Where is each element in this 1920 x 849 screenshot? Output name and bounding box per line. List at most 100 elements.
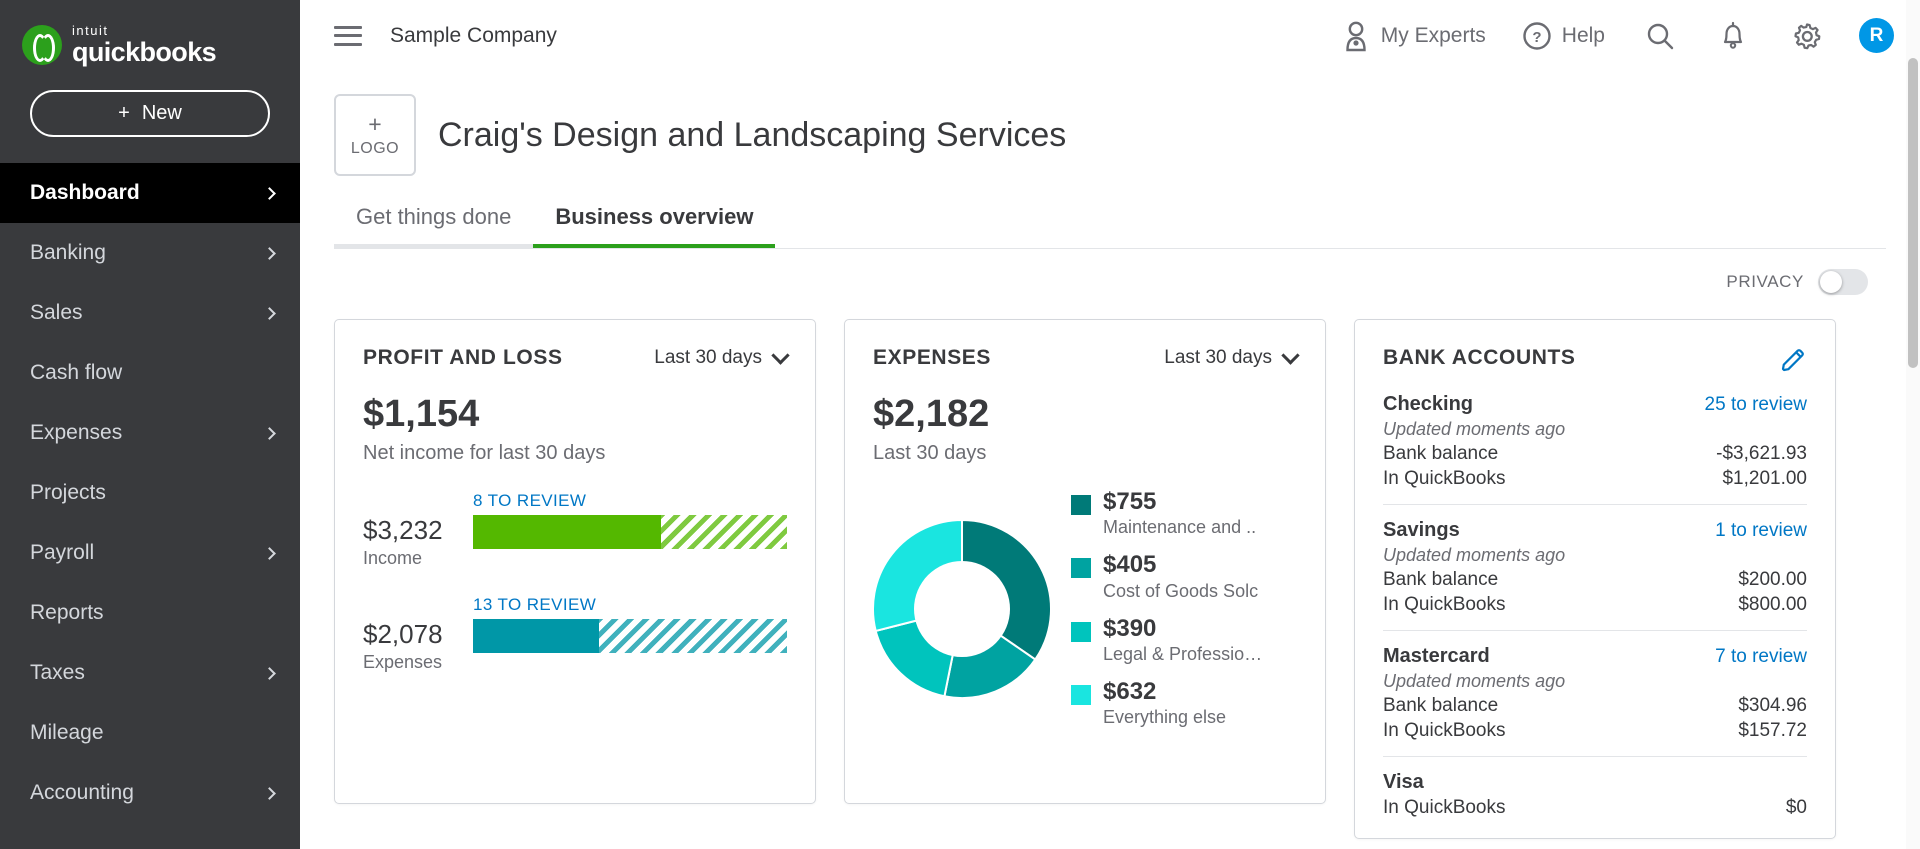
legend-item[interactable]: $632 Everything else (1071, 678, 1262, 728)
legend-swatch (1071, 494, 1091, 515)
legend-swatch (1071, 558, 1091, 579)
settings-button[interactable] (1769, 20, 1845, 52)
pl-bar-income: 8 TO REVIEW $3,232 Income (363, 491, 787, 569)
chevron-right-icon (263, 186, 276, 200)
brand-logo[interactable]: intuit quickbooks (0, 0, 300, 72)
sidebar-item-taxes[interactable]: Taxes (0, 643, 300, 703)
sidebar-item-dashboard[interactable]: Dashboard (0, 163, 300, 223)
chevron-right-icon (263, 246, 276, 260)
expenses-title: EXPENSES (873, 346, 992, 369)
help-button[interactable]: ? Help (1504, 21, 1623, 51)
bank-balance-label: Bank balance (1383, 443, 1499, 464)
bank-account-updated: Updated moments ago (1383, 419, 1566, 439)
sidebar-item-payroll[interactable]: Payroll (0, 523, 300, 583)
bank-balance-row: Bank balance $304.96 (1383, 695, 1807, 717)
legend-item[interactable]: $405 Cost of Goods Solc (1071, 551, 1262, 601)
bank-account-review-link[interactable]: 7 to review (1715, 646, 1807, 668)
profit-and-loss-card: PROFIT AND LOSS Last 30 days $1,154 Net … (334, 319, 816, 804)
search-icon (1647, 23, 1674, 49)
bank-account-review-link[interactable]: 1 to review (1715, 520, 1807, 542)
new-button-label: New (141, 102, 182, 124)
notifications-button[interactable] (1697, 20, 1769, 52)
legend-item[interactable]: $755 Maintenance and .. (1071, 489, 1262, 538)
pl-bar-fill (473, 618, 599, 653)
chevron-right-icon (263, 786, 276, 800)
chevron-right-icon (263, 546, 276, 560)
tab-get-things-done[interactable]: Get things done (334, 204, 534, 248)
sidebar-item-label: Dashboard (30, 181, 140, 204)
bank-account-row[interactable]: Mastercard 7 to review Updated moments ago… (1383, 631, 1807, 757)
donut-hole (914, 560, 1010, 657)
sidebar-item-label: Sales (30, 301, 83, 324)
bank-account-name: Checking (1383, 393, 1474, 415)
person-icon (1346, 21, 1366, 51)
tab-business-overview[interactable]: Business overview (533, 204, 776, 248)
sidebar-item-expenses[interactable]: Expenses (0, 403, 300, 463)
pl-review-link[interactable]: 8 TO REVIEW (473, 491, 787, 511)
expenses-chart-area: $755 Maintenance and .. $405 Cost of Goods … (873, 489, 1297, 729)
search-button[interactable] (1623, 21, 1697, 51)
pl-range-selector[interactable]: Last 30 days (654, 345, 790, 369)
quickbooks-balance-label: In QuickBooks (1383, 594, 1506, 615)
bank-account-updated: Updated moments ago (1383, 671, 1566, 691)
expenses-range-selector[interactable]: Last 30 days (1164, 345, 1300, 369)
sidebar-nav: Dashboard Banking Sales Cash flow Expenses Pr… (0, 163, 300, 823)
tabs-divider (334, 248, 1886, 249)
sidebar-item-banking[interactable]: Banking (0, 223, 300, 283)
legend-category: Cost of Goods Solc (1103, 580, 1259, 601)
pl-net-income-caption: Net income for last 30 days (363, 441, 606, 464)
pl-bar-track[interactable] (473, 514, 787, 549)
bank-account-row[interactable]: Visa In QuickBooks $0 (1383, 757, 1807, 833)
pencil-icon[interactable] (1779, 346, 1807, 379)
pl-bar-fill (473, 514, 662, 549)
chevron-right-icon (263, 306, 276, 320)
expenses-legend: $755 Maintenance and .. $405 Cost of Goods … (1071, 489, 1262, 729)
hamburger-menu-icon[interactable] (334, 25, 362, 46)
expenses-donut-chart[interactable] (873, 519, 1051, 698)
quickbooks-wordmark: quickbooks (72, 37, 217, 67)
sidebar-item-mileage[interactable]: Mileage (0, 703, 300, 763)
sidebar-item-cash-flow[interactable]: Cash flow (0, 343, 300, 403)
pl-bar-labels: $3,232 Income (363, 515, 473, 569)
bank-account-name: Visa (1383, 771, 1424, 793)
tabs-container: Get things done Business overview (300, 204, 1920, 249)
sidebar-item-label: Banking (30, 241, 106, 264)
sidebar-item-reports[interactable]: Reports (0, 583, 300, 643)
sidebar-item-projects[interactable]: Projects (0, 463, 300, 523)
bank-account-row[interactable]: Checking 25 to review Updated moments ago B… (1383, 379, 1807, 505)
pl-range-label: Last 30 days (654, 347, 762, 368)
chevron-down-icon (1281, 345, 1300, 365)
sidebar-item-sales[interactable]: Sales (0, 283, 300, 343)
scrollbar-thumb[interactable] (1908, 58, 1918, 368)
bank-header: BANK ACCOUNTS (1383, 346, 1807, 379)
expenses-total-caption: Last 30 days (873, 441, 987, 464)
privacy-toggle[interactable] (1818, 269, 1868, 295)
new-button[interactable]: + New (30, 90, 270, 137)
page-scrollbar[interactable] (1906, 0, 1920, 849)
bank-account-review-link[interactable]: 25 to review (1705, 394, 1807, 416)
sidebar-item-label: Mileage (30, 721, 104, 744)
legend-amount: $755 (1103, 488, 1157, 515)
chevron-down-icon (771, 345, 790, 365)
company-name: Sample Company (390, 23, 557, 47)
sidebar-item-label: Payroll (30, 541, 95, 564)
user-avatar[interactable]: R (1859, 18, 1894, 53)
quickbooks-balance-row: In QuickBooks $1,201.00 (1383, 468, 1807, 490)
expenses-header: EXPENSES Last 30 days (873, 345, 1300, 370)
sidebar-item-label: Taxes (30, 661, 85, 684)
sidebar-item-accounting[interactable]: Accounting (0, 763, 300, 823)
pl-net-income: $1,154 (363, 393, 480, 435)
chevron-right-icon (263, 666, 276, 680)
my-experts-button[interactable]: My Experts (1323, 20, 1504, 52)
bank-account-row[interactable]: Savings 1 to review Updated moments ago Ban… (1383, 505, 1807, 631)
legend-item[interactable]: $390 Legal & Professio… (1071, 615, 1262, 665)
main-content: Sample Company My Experts ? Help R + LOG… (300, 0, 1920, 849)
pl-bar-caption: Expenses (363, 651, 443, 672)
add-logo-button[interactable]: + LOGO (334, 94, 416, 176)
tabs: Get things done Business overview (334, 204, 1920, 248)
pl-bar-expenses: 13 TO REVIEW $2,078 Expenses (363, 595, 787, 673)
sidebar-item-label: Reports (30, 601, 104, 624)
pl-bar-track[interactable] (473, 618, 787, 653)
pl-review-link[interactable]: 13 TO REVIEW (473, 595, 787, 615)
bank-account-updated: Updated moments ago (1383, 545, 1566, 565)
